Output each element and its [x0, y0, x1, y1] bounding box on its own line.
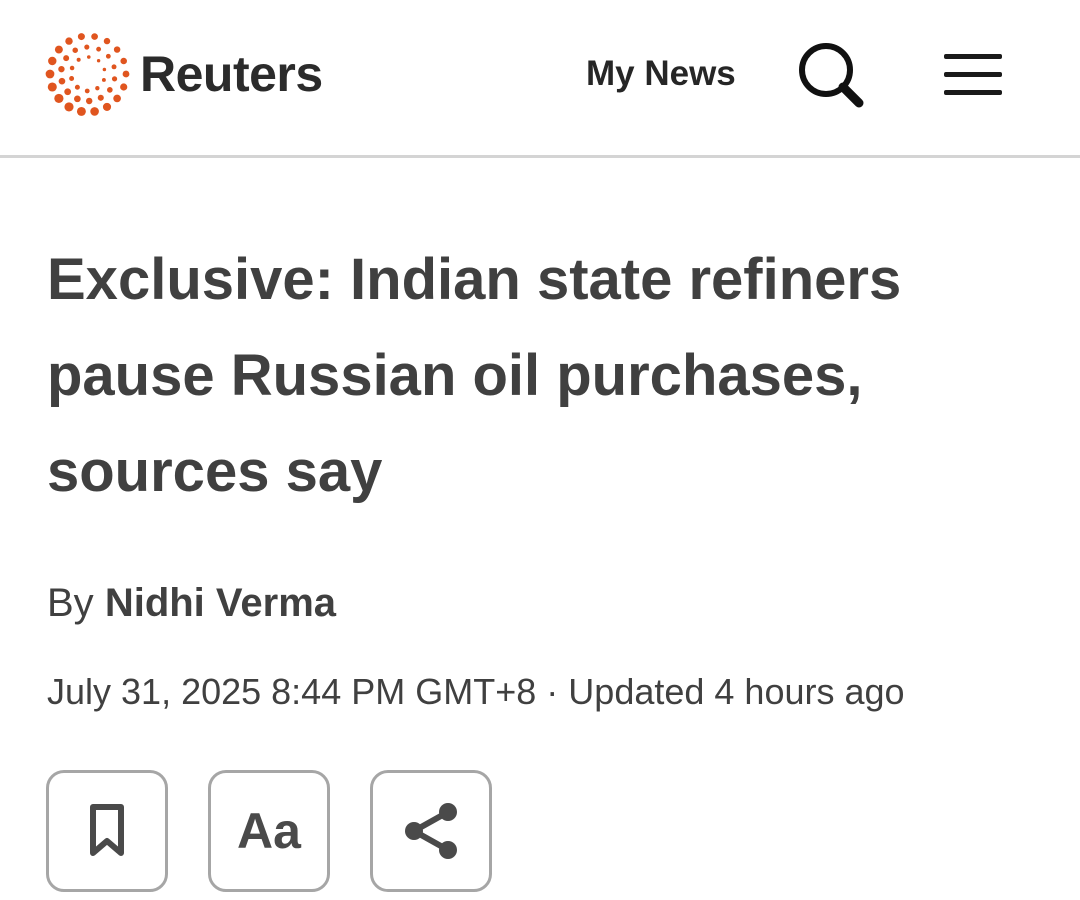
menu-button[interactable]: [944, 50, 1006, 100]
logo-dot: [76, 106, 86, 116]
logo-dot: [96, 46, 102, 52]
logo-dot: [69, 65, 75, 71]
logo-dot: [102, 67, 107, 72]
reuters-logo[interactable]: Reuters: [44, 30, 323, 118]
bookmark-button[interactable]: [46, 770, 168, 892]
logo-dot: [86, 55, 91, 59]
logo-dot: [72, 47, 78, 53]
brand-name: Reuters: [140, 46, 323, 102]
logo-dot: [64, 102, 74, 112]
my-news-link[interactable]: My News: [586, 52, 736, 96]
logo-dot: [113, 94, 121, 103]
logo-dot: [122, 70, 130, 78]
logo-dot: [77, 33, 85, 41]
hamburger-menu-icon-line: [944, 72, 1002, 77]
logo-dot: [74, 95, 81, 103]
site-header: Reuters My News: [0, 0, 1080, 158]
logo-dot: [90, 107, 99, 116]
logo-dot: [97, 94, 104, 101]
logo-dot: [63, 55, 70, 62]
updated-time: Updated 4 hours ago: [568, 671, 905, 712]
article-headline: Exclusive: Indian state refiners pause R…: [47, 247, 902, 504]
logo-dot: [101, 78, 106, 82]
logo-dot: [64, 88, 72, 96]
reuters-logo-icon: [45, 33, 130, 116]
logo-dot: [95, 86, 100, 91]
bookmark-icon: [90, 804, 124, 856]
logo-dot: [113, 46, 121, 53]
author-link[interactable]: Nidhi Verma: [105, 581, 336, 625]
logo-dot: [91, 33, 98, 40]
logo-dot: [65, 37, 73, 45]
text-size-label: Aa: [237, 803, 301, 859]
byline: By Nidhi Verma: [47, 578, 336, 628]
dateline: July 31, 2025 8:44 PM GMT+8 · Updated 4 …: [47, 668, 905, 716]
logo-dot: [111, 76, 118, 82]
logo-dot: [111, 64, 117, 70]
search-button[interactable]: [796, 40, 866, 110]
logo-dot: [74, 84, 80, 90]
logo-dot: [103, 37, 111, 45]
logo-dot: [69, 76, 75, 81]
logo-dot: [45, 69, 55, 79]
logo-dot: [54, 45, 63, 54]
logo-dot: [47, 82, 57, 92]
logo-dot: [58, 65, 65, 73]
search-icon: [799, 43, 864, 108]
hamburger-menu-icon-line: [944, 90, 1002, 95]
logo-dot: [85, 97, 93, 105]
logo-dot: [54, 93, 64, 104]
logo-dot: [96, 59, 101, 63]
text-size-button[interactable]: Aa: [208, 770, 330, 892]
hamburger-menu-icon: [944, 54, 1002, 59]
article-page: Reuters My News Exclusive: Indian state …: [0, 0, 1080, 900]
logo-dot: [84, 44, 90, 50]
published-date: July 31, 2025 8:44 PM GMT+8: [47, 671, 537, 712]
date-separator: ·: [546, 671, 559, 712]
logo-dot: [105, 53, 111, 59]
logo-dot: [120, 57, 127, 65]
logo-dot: [58, 77, 66, 85]
logo-dot: [84, 88, 90, 94]
logo-dot: [48, 56, 57, 66]
share-icon: [405, 803, 457, 859]
logo-dot: [102, 102, 112, 111]
logo-dot: [120, 83, 128, 91]
byline-prefix: By: [47, 581, 94, 625]
share-button[interactable]: [370, 770, 492, 892]
logo-dot: [107, 87, 113, 93]
logo-dot: [76, 57, 81, 62]
